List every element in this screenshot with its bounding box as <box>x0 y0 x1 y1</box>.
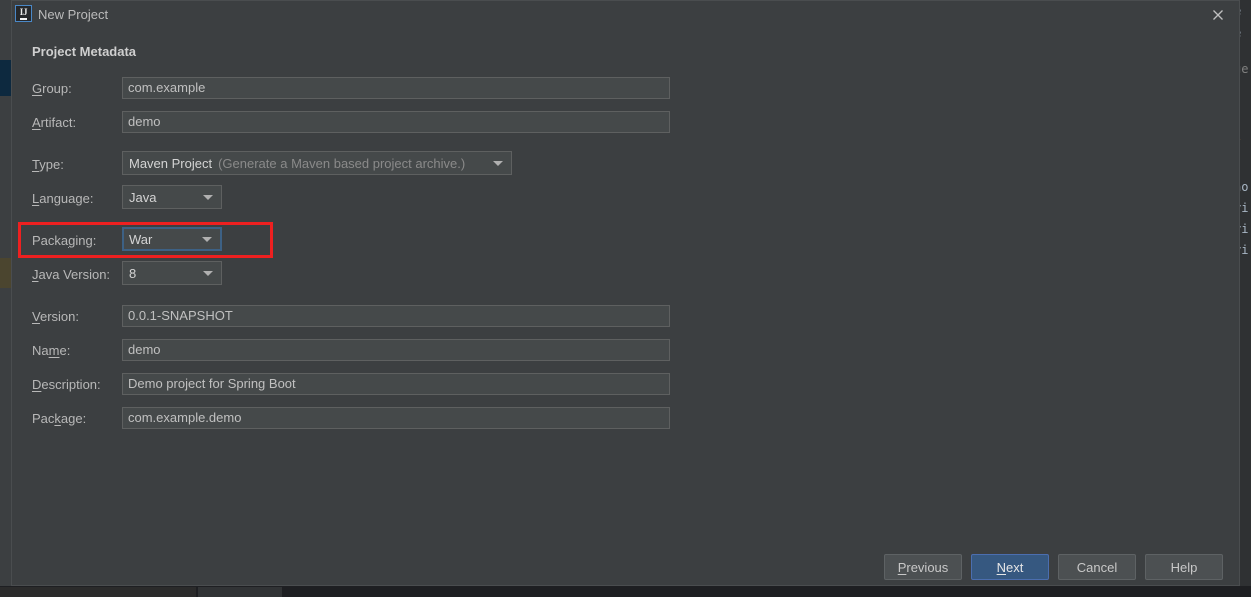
version-input[interactable]: 0.0.1-SNAPSHOT <box>122 305 670 327</box>
language-value: Java <box>129 189 157 205</box>
chevron-down-icon <box>493 161 503 166</box>
java-version-label: Java Version: <box>32 267 111 282</box>
package-label: Package: <box>32 411 87 426</box>
type-hint: (Generate a Maven based project archive.… <box>218 155 466 171</box>
chevron-down-icon <box>202 237 212 242</box>
language-combobox[interactable]: Java <box>122 185 222 209</box>
dialog-titlebar: IJ New Project <box>12 1 1239 29</box>
version-label: Version: <box>32 309 79 324</box>
language-label: Language: <box>32 191 94 206</box>
type-label: Type: <box>32 157 64 172</box>
new-project-dialog: IJ New Project Project Metadata Group: c… <box>11 0 1240 586</box>
close-icon[interactable] <box>1208 5 1228 25</box>
chevron-down-icon <box>203 271 213 276</box>
artifact-input[interactable]: demo <box>122 111 670 133</box>
package-input[interactable]: com.example.demo <box>122 407 670 429</box>
project-name-label: Name: <box>32 343 71 358</box>
type-value: Maven Project <box>129 155 213 171</box>
description-input[interactable]: Demo project for Spring Boot <box>122 373 670 395</box>
packaging-value: War <box>129 231 153 247</box>
ide-screen: e e ge / no ri ri ri IJ New Project Proj… <box>0 0 1251 597</box>
chevron-down-icon <box>203 195 213 200</box>
packaging-label: Packaging: <box>32 233 97 248</box>
page-title: Project Metadata <box>32 44 137 59</box>
type-combobox[interactable]: Maven Project (Generate a Maven based pr… <box>122 151 512 175</box>
artifact-label: Artifact: <box>32 115 77 130</box>
help-button[interactable]: Help <box>1145 554 1223 580</box>
java-version-value: 8 <box>129 265 137 281</box>
group-label: Group: <box>32 81 72 96</box>
background-statusbar-left <box>0 587 196 597</box>
dialog-title: New Project <box>38 7 109 22</box>
cancel-button[interactable]: Cancel <box>1058 554 1136 580</box>
next-button[interactable]: Next <box>971 554 1049 580</box>
background-statusbar-mid <box>198 587 282 597</box>
group-input[interactable]: com.example <box>122 77 670 99</box>
background-gutter-selection <box>0 60 11 96</box>
previous-button[interactable]: Previous <box>884 554 962 580</box>
background-gutter-marker <box>0 258 11 288</box>
description-label: Description: <box>32 377 101 392</box>
java-version-combobox[interactable]: 8 <box>122 261 222 285</box>
project-name-input[interactable]: demo <box>122 339 670 361</box>
packaging-combobox[interactable]: War <box>122 227 222 251</box>
intellij-idea-logo-icon: IJ <box>15 5 32 22</box>
